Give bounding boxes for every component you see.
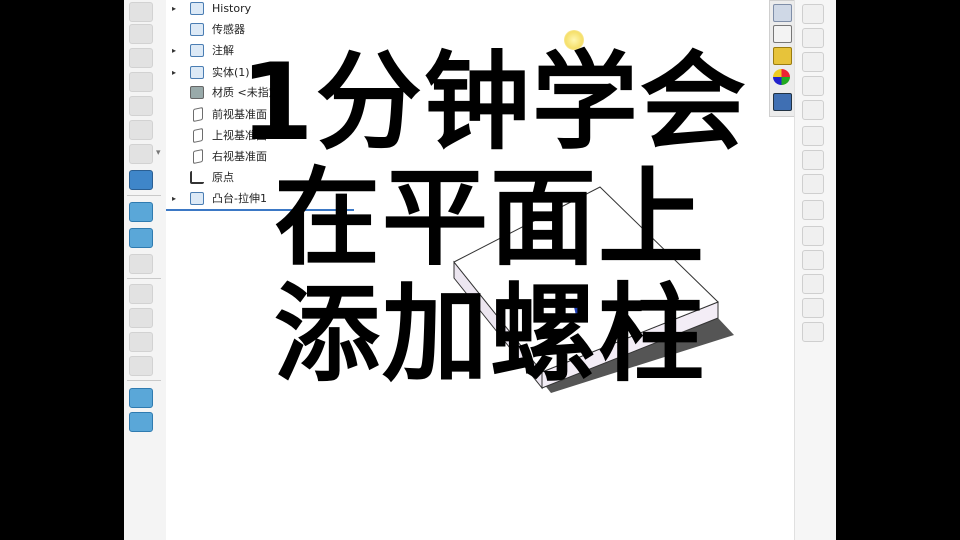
plane-icon: [193, 148, 203, 165]
sweep-tool-icon[interactable]: [129, 72, 153, 92]
expand-arrow-icon[interactable]: ▸: [172, 42, 180, 60]
chevron-down-icon[interactable]: ▾: [156, 148, 161, 158]
reference-geometry-icon[interactable]: [129, 254, 153, 274]
left-command-strip: ▾: [124, 0, 167, 540]
extend-tool-icon[interactable]: [802, 250, 824, 270]
headline-line-1: 1分钟学会: [240, 41, 748, 164]
mirror-entities-icon[interactable]: [802, 322, 824, 342]
headline-line-3: 添加螺柱: [274, 273, 706, 396]
strip-separator: [127, 278, 161, 279]
history-icon: [190, 2, 204, 15]
origin-icon: [190, 171, 204, 184]
arc-tool-icon[interactable]: [802, 28, 824, 48]
sensor-icon: [190, 23, 204, 36]
circle-tool-icon[interactable]: [802, 126, 824, 146]
instant3d-icon[interactable]: [129, 388, 153, 408]
task-pane-tabs: [769, 0, 795, 117]
boss-extrude-icon: [190, 192, 204, 205]
sketch-tool-icon[interactable]: [129, 2, 153, 22]
headline-line-2: 在平面上: [274, 157, 706, 280]
intersect-tool-icon[interactable]: [129, 228, 153, 248]
material-icon: [190, 86, 204, 99]
wrap-tool-icon[interactable]: [129, 202, 153, 222]
file-explorer-icon[interactable]: [773, 47, 792, 65]
line-tool-icon[interactable]: [802, 4, 824, 24]
pen-tool-icon[interactable]: [802, 100, 824, 120]
rib-tool-icon[interactable]: [129, 308, 153, 328]
design-library-icon[interactable]: [773, 25, 792, 43]
strip-separator: [127, 380, 161, 381]
mirror-tool-icon[interactable]: [129, 356, 153, 376]
headline-overlay: 1分钟学会 在平面上 添加螺柱: [240, 41, 748, 396]
draft-tool-icon[interactable]: [129, 332, 153, 352]
extrude-tool-icon[interactable]: [129, 24, 153, 44]
resources-icon[interactable]: [773, 4, 792, 22]
right-sketch-strip: [794, 0, 836, 540]
copy-tool-icon[interactable]: [802, 52, 824, 72]
curves-tool-icon[interactable]: [129, 412, 153, 432]
trim-tool-icon[interactable]: [802, 226, 824, 246]
appearances-icon[interactable]: [773, 69, 790, 85]
expand-arrow-icon[interactable]: ▸: [172, 190, 180, 208]
plane-icon: [193, 127, 203, 144]
convert-tool-icon[interactable]: [802, 174, 824, 194]
mushroom-boss-icon[interactable]: [129, 170, 153, 190]
pattern-tool-icon[interactable]: [802, 76, 824, 96]
annotation-icon: [190, 44, 204, 57]
revolve-tool-icon[interactable]: [129, 48, 153, 68]
plane-icon: [193, 106, 203, 123]
spline-tool-icon[interactable]: [802, 200, 824, 220]
relation-tool-icon[interactable]: [802, 298, 824, 318]
fillet-tool-icon[interactable]: [129, 120, 153, 140]
offset-tool-icon[interactable]: [802, 150, 824, 170]
chamfer-tool-icon[interactable]: [129, 144, 153, 164]
expand-arrow-icon[interactable]: ▸: [172, 0, 180, 18]
shell-tool-icon[interactable]: [129, 284, 153, 304]
expand-arrow-icon[interactable]: ▸: [172, 64, 180, 82]
custom-properties-icon[interactable]: [773, 93, 792, 111]
dimension-tool-icon[interactable]: [802, 274, 824, 294]
solid-body-icon: [190, 66, 204, 79]
loft-tool-icon[interactable]: [129, 96, 153, 116]
strip-separator: [127, 195, 161, 196]
